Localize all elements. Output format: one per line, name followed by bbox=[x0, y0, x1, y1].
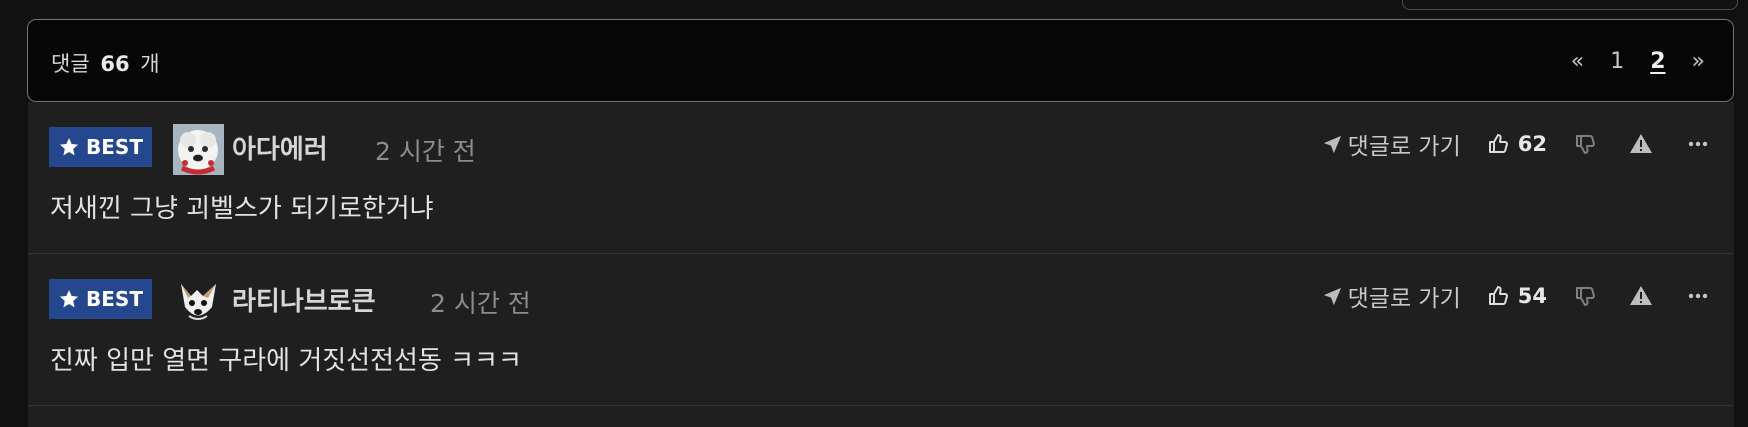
avatar[interactable] bbox=[173, 276, 224, 327]
like-button[interactable]: 62 bbox=[1486, 132, 1547, 156]
user-avatar-icon bbox=[173, 276, 224, 327]
warning-icon bbox=[1630, 134, 1652, 153]
best-comments-list: BEST 아다에러 2 시간 전 댓글로 가기 62 저새낀 그냥 괴벨스가 되… bbox=[28, 102, 1734, 427]
star-icon bbox=[59, 138, 79, 156]
like-count: 62 bbox=[1517, 132, 1547, 156]
more-options-button[interactable] bbox=[1686, 284, 1710, 308]
comment-actions: 댓글로 가기 54 bbox=[1321, 276, 1710, 316]
dislike-button[interactable] bbox=[1573, 284, 1597, 308]
user-avatar-icon bbox=[173, 124, 224, 175]
more-options-button[interactable] bbox=[1686, 132, 1710, 156]
author-name[interactable]: 라티나브로큰 bbox=[232, 281, 376, 318]
top-control-box bbox=[1402, 0, 1738, 10]
comments-page: 댓글 66 개 « 1 2 » BEST 아다에러 2 시간 전 댓글로 가기 … bbox=[0, 0, 1748, 427]
thumbs-up-icon bbox=[1488, 286, 1508, 305]
comment-header: 댓글 66 개 « 1 2 » bbox=[27, 19, 1734, 102]
comment-actions: 댓글로 가기 62 bbox=[1321, 124, 1710, 164]
location-arrow-icon bbox=[1323, 287, 1341, 305]
comment-time: 2 시간 전 bbox=[430, 289, 531, 318]
more-horizontal-icon bbox=[1688, 293, 1708, 299]
comment-item: BEST 라티나브로큰 2 시간 전 댓글로 가기 54 진짜 입만 열면 구라… bbox=[28, 254, 1734, 406]
comment-count-label: 댓글 bbox=[51, 52, 90, 76]
previous-page-button[interactable]: « bbox=[1571, 49, 1584, 74]
comment-time: 2 시간 전 bbox=[375, 137, 476, 166]
go-to-comment-label: 댓글로 가기 bbox=[1347, 286, 1461, 312]
more-horizontal-icon bbox=[1688, 141, 1708, 147]
pagination: « 1 2 » bbox=[1571, 44, 1705, 78]
dislike-button[interactable] bbox=[1573, 132, 1597, 156]
report-button[interactable] bbox=[1629, 284, 1653, 308]
page-1-link[interactable]: 1 bbox=[1610, 49, 1624, 74]
go-to-comment-button[interactable]: 댓글로 가기 bbox=[1321, 127, 1461, 161]
current-page-2[interactable]: 2 bbox=[1650, 49, 1665, 74]
thumbs-down-icon bbox=[1576, 135, 1595, 154]
comment-count: 댓글 66 개 bbox=[51, 48, 160, 78]
comment-text: 진짜 입만 열면 구라에 거짓선전선동 ㅋㅋㅋ bbox=[50, 346, 522, 376]
best-badge-label: BEST bbox=[86, 135, 143, 159]
go-to-comment-button[interactable]: 댓글로 가기 bbox=[1321, 279, 1461, 313]
comment-item: BEST 아다에러 2 시간 전 댓글로 가기 62 저새낀 그냥 괴벨스가 되… bbox=[28, 102, 1734, 254]
comment-count-unit: 개 bbox=[140, 52, 160, 76]
like-button[interactable]: 54 bbox=[1486, 284, 1547, 308]
comment-text: 저새낀 그냥 괴벨스가 되기로한거냐 bbox=[50, 194, 434, 224]
location-arrow-icon bbox=[1323, 135, 1341, 153]
warning-icon bbox=[1630, 286, 1652, 305]
thumbs-up-icon bbox=[1488, 134, 1508, 153]
next-page-button[interactable]: » bbox=[1692, 49, 1705, 74]
thumbs-down-icon bbox=[1576, 287, 1595, 306]
star-icon bbox=[59, 290, 79, 308]
report-button[interactable] bbox=[1629, 132, 1653, 156]
best-badge: BEST bbox=[49, 279, 152, 319]
best-badge-label: BEST bbox=[86, 287, 143, 311]
like-count: 54 bbox=[1517, 284, 1547, 308]
go-to-comment-label: 댓글로 가기 bbox=[1347, 134, 1461, 160]
best-badge: BEST bbox=[49, 127, 152, 167]
avatar[interactable] bbox=[173, 124, 224, 175]
author-name[interactable]: 아다에러 bbox=[232, 129, 328, 166]
comment-count-number: 66 bbox=[100, 52, 130, 76]
